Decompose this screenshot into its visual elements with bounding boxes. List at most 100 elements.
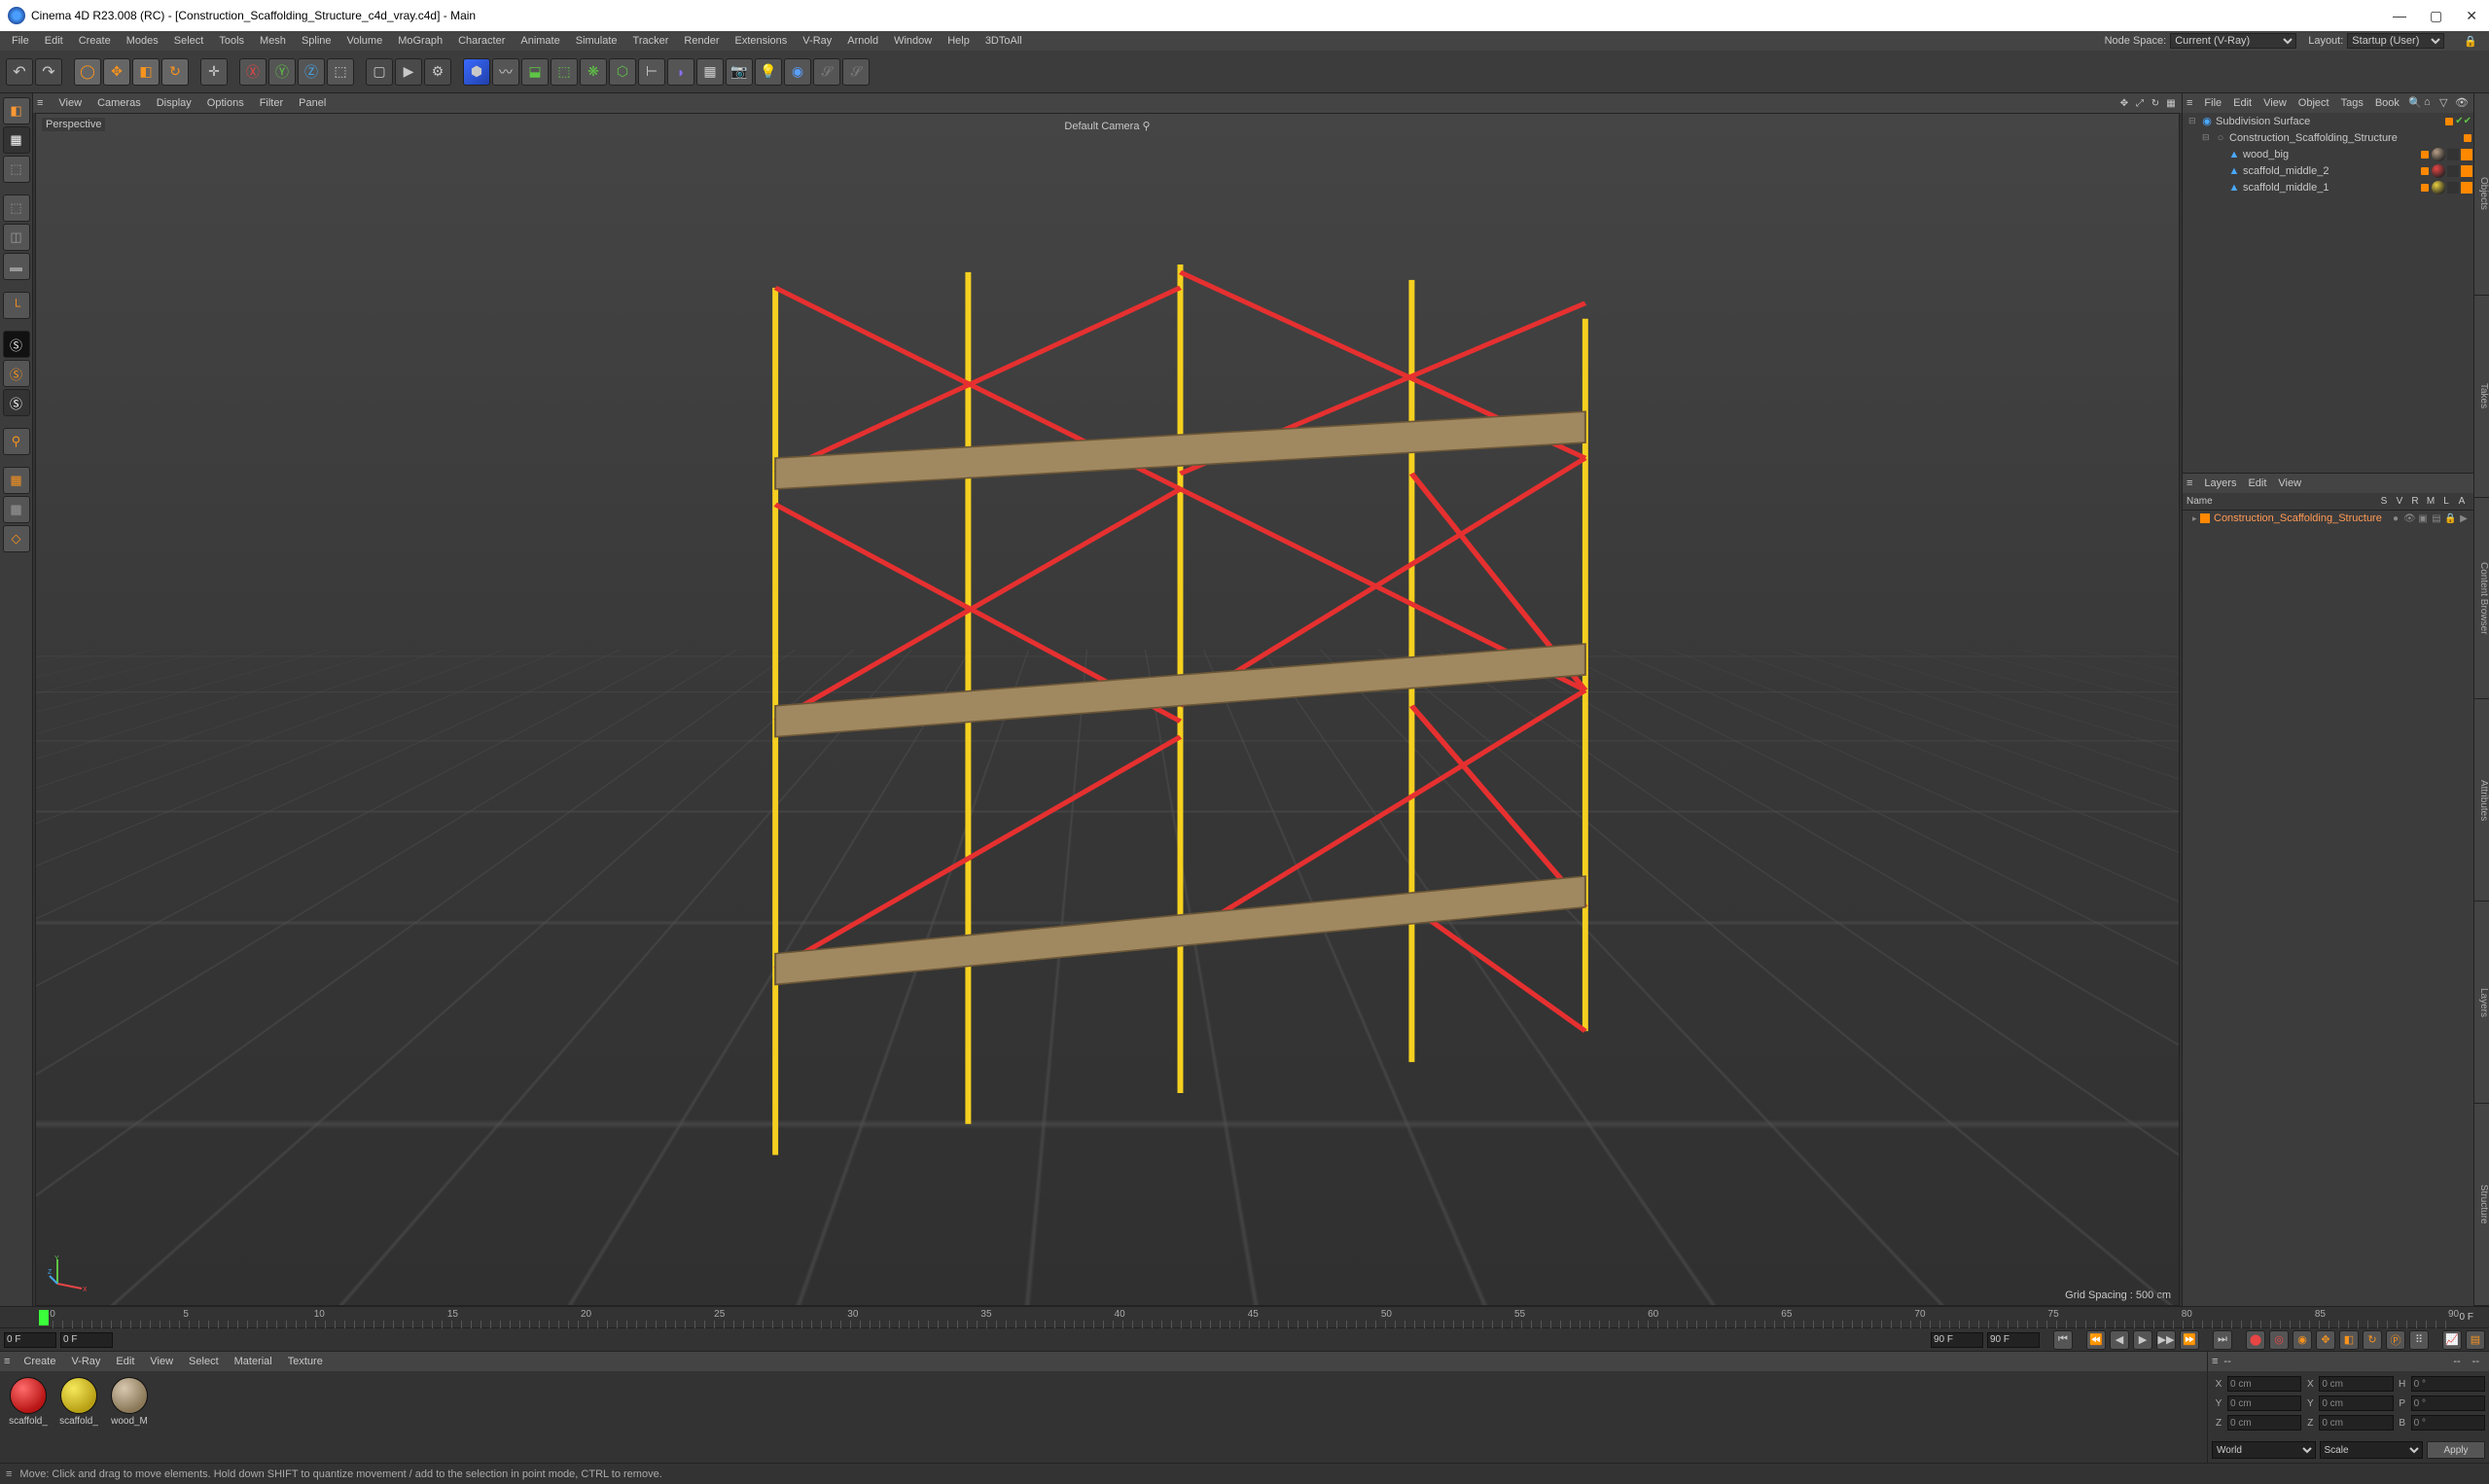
- ruler[interactable]: 051015202530354045505560657075808590: [53, 1307, 2454, 1328]
- objmenu-tags[interactable]: Tags: [2335, 97, 2369, 109]
- check-icon[interactable]: ✔✔: [2455, 116, 2471, 126]
- edge-mode-button[interactable]: ◫: [3, 224, 30, 251]
- timeline-scrubber[interactable]: [39, 1310, 49, 1325]
- menu-tracker[interactable]: Tracker: [625, 35, 677, 47]
- layer-swatch[interactable]: [2200, 513, 2210, 523]
- pos-key-button[interactable]: ✥: [2316, 1330, 2335, 1350]
- sidetab-attributes[interactable]: Attributes: [2474, 699, 2489, 901]
- menu-help[interactable]: Help: [940, 35, 978, 47]
- menu-mesh[interactable]: Mesh: [252, 35, 294, 47]
- vray-button[interactable]: ◉: [784, 58, 811, 86]
- view-rotate-icon[interactable]: ↻: [2149, 96, 2162, 110]
- objmenu-file[interactable]: File: [2198, 97, 2227, 109]
- live-select-button[interactable]: ◯: [74, 58, 101, 86]
- timeline-ruler[interactable]: 051015202530354045505560657075808590 0 F: [0, 1306, 2489, 1327]
- viewmenu-panel[interactable]: Panel: [291, 97, 334, 109]
- sidetab-structure[interactable]: Structure: [2474, 1104, 2489, 1306]
- texture-mode-button[interactable]: ▦: [3, 126, 30, 154]
- search-icon[interactable]: 🔍: [2408, 96, 2422, 110]
- rotate-tool-button[interactable]: ↻: [161, 58, 189, 86]
- last-tool-button[interactable]: ✛: [200, 58, 228, 86]
- go-end-button[interactable]: ⏭: [2213, 1330, 2232, 1350]
- rot-key-button[interactable]: ↻: [2363, 1330, 2382, 1350]
- hamburger-icon[interactable]: ≡: [4, 1356, 10, 1367]
- filter-icon[interactable]: ▽: [2439, 96, 2453, 110]
- tree-row[interactable]: ▲ scaffold_middle_2: [2183, 162, 2473, 179]
- objmenu-view[interactable]: View: [2258, 97, 2293, 109]
- play-button[interactable]: ▶: [2133, 1330, 2152, 1350]
- coord-size-input[interactable]: [2319, 1415, 2393, 1431]
- layer-row[interactable]: ▸ Construction_Scaffolding_Structure ● 👁…: [2183, 511, 2473, 526]
- menu-animate[interactable]: Animate: [513, 35, 567, 47]
- layout-select[interactable]: Startup (User): [2347, 33, 2444, 49]
- tag-icon[interactable]: [2461, 149, 2472, 160]
- matmenu-material[interactable]: Material: [227, 1356, 280, 1367]
- go-start-button[interactable]: ⏮: [2053, 1330, 2073, 1350]
- move-tool-button[interactable]: ✥: [103, 58, 130, 86]
- menu-select[interactable]: Select: [166, 35, 212, 47]
- viewmenu-options[interactable]: Options: [199, 97, 252, 109]
- sidetab-objects[interactable]: Objects: [2474, 93, 2489, 296]
- snap-button-3[interactable]: Ⓢ: [3, 389, 30, 416]
- render-view-button[interactable]: ▢: [366, 58, 393, 86]
- field-button[interactable]: ⊢: [638, 58, 665, 86]
- coords-world-select[interactable]: World: [2212, 1441, 2316, 1459]
- tag-icon[interactable]: [2447, 182, 2459, 194]
- menu-spline[interactable]: Spline: [294, 35, 339, 47]
- view-layout-icon[interactable]: ▦: [2164, 96, 2178, 110]
- visibility-dot[interactable]: [2464, 134, 2471, 142]
- coord-rot-input[interactable]: [2411, 1415, 2485, 1431]
- render-settings-button[interactable]: ⚙: [424, 58, 451, 86]
- layersmenu-view[interactable]: View: [2272, 477, 2307, 489]
- light-button[interactable]: 💡: [755, 58, 782, 86]
- render-region-button[interactable]: ▶: [395, 58, 422, 86]
- generator-button[interactable]: ⬓: [521, 58, 549, 86]
- dope-button[interactable]: ▤: [2466, 1330, 2485, 1350]
- model-mode-button[interactable]: ◧: [3, 97, 30, 124]
- point-mode-button[interactable]: ⬚: [3, 194, 30, 222]
- material-item[interactable]: scaffold_: [56, 1377, 101, 1457]
- timeline-button[interactable]: 📈: [2442, 1330, 2462, 1350]
- tree-row[interactable]: ▲ wood_big: [2183, 146, 2473, 162]
- next-key-button[interactable]: ⏩: [2180, 1330, 2199, 1350]
- matmenu-create[interactable]: Create: [16, 1356, 63, 1367]
- poly-mode-button[interactable]: ▬: [3, 253, 30, 280]
- snap-button-2[interactable]: Ⓢ: [3, 360, 30, 387]
- maximize-button[interactable]: ▢: [2426, 8, 2446, 24]
- viewmenu-view[interactable]: View: [51, 97, 89, 109]
- axis-button[interactable]: └: [3, 292, 30, 319]
- hamburger-icon[interactable]: ≡: [37, 97, 43, 109]
- layersmenu-layers[interactable]: Layers: [2198, 477, 2242, 489]
- eye-icon[interactable]: 👁: [2455, 96, 2469, 110]
- matmenu-select[interactable]: Select: [181, 1356, 227, 1367]
- grid-button-3[interactable]: ◇: [3, 525, 30, 552]
- layers-list[interactable]: ▸ Construction_Scaffolding_Structure ● 👁…: [2183, 511, 2473, 526]
- matmenu-view[interactable]: View: [142, 1356, 181, 1367]
- tag-icon[interactable]: [2447, 149, 2459, 160]
- layer-solo-icon[interactable]: ●: [2390, 513, 2401, 524]
- objmenu-object[interactable]: Object: [2293, 97, 2335, 109]
- tree-row[interactable]: ⊟ ◉ Subdivision Surface ✔✔: [2183, 113, 2473, 129]
- objmenu-book[interactable]: Book: [2369, 97, 2405, 109]
- axis-x-button[interactable]: Ⓧ: [239, 58, 267, 86]
- material-item[interactable]: scaffold_: [6, 1377, 51, 1457]
- pla-key-button[interactable]: ⠿: [2409, 1330, 2429, 1350]
- scale-tool-button[interactable]: ◧: [132, 58, 160, 86]
- scale-key-button[interactable]: ◧: [2339, 1330, 2359, 1350]
- matmenu-vray[interactable]: V-Ray: [63, 1356, 108, 1367]
- material-tag[interactable]: [2432, 181, 2445, 194]
- expand-icon[interactable]: ⊟: [2202, 132, 2212, 143]
- volume-button[interactable]: ⬡: [609, 58, 636, 86]
- prev-key-button[interactable]: ⏪: [2086, 1330, 2106, 1350]
- menu-volume[interactable]: Volume: [339, 35, 391, 47]
- matmenu-edit[interactable]: Edit: [108, 1356, 142, 1367]
- tag-icon[interactable]: [2461, 165, 2472, 177]
- layout-lock-icon[interactable]: 🔒: [2456, 35, 2485, 48]
- axis-z-button[interactable]: Ⓩ: [298, 58, 325, 86]
- menu-arnold[interactable]: Arnold: [839, 35, 886, 47]
- redo-button[interactable]: ↷: [35, 58, 62, 86]
- environment-button[interactable]: ▦: [696, 58, 724, 86]
- coords-scale-select[interactable]: Scale: [2320, 1441, 2424, 1459]
- menu-file[interactable]: File: [4, 35, 37, 47]
- objmenu-edit[interactable]: Edit: [2227, 97, 2258, 109]
